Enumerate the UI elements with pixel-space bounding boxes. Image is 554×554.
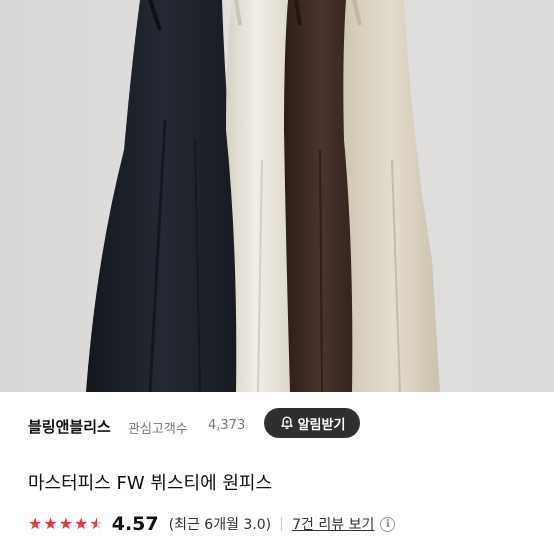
product-image[interactable]	[0, 0, 554, 392]
rating-period: (최근 6개월 3.0)	[168, 517, 272, 533]
divider	[281, 517, 283, 531]
star-icon: ★	[74, 514, 89, 533]
alert-subscribe-button[interactable]: 알림받기	[264, 408, 360, 438]
alert-subscribe-label: 알림받기	[297, 417, 346, 433]
follower-label: 관심고객수	[128, 422, 188, 437]
review-link[interactable]: 7건 리뷰 보기	[292, 514, 374, 534]
rating-stars: ★ ★ ★ ★ ★	[28, 516, 104, 532]
rating-score: 4.57	[111, 513, 159, 535]
star-icon: ★	[58, 514, 74, 533]
dress-black	[86, 0, 240, 392]
dress-beige	[343, 0, 440, 392]
follower-count: 4,373	[208, 418, 246, 433]
bell-plus-icon	[279, 415, 295, 431]
product-title: 마스터피스 FW 뷔스티에 원피스	[28, 473, 273, 494]
star-icon: ★	[28, 514, 43, 533]
seller-name[interactable]: 블링앤블리스	[28, 416, 111, 437]
info-icon[interactable]: i	[380, 516, 396, 532]
star-icon: ★	[43, 514, 58, 533]
seller-row: 블링앤블리스 관심고객수 4,373 알림받기	[0, 392, 554, 462]
half-star-icon: ★	[89, 514, 104, 533]
rating-row: ★ ★ ★ ★ ★ 4.57 (최근 6개월 3.0) 7건 리뷰 보기 i	[28, 512, 396, 536]
